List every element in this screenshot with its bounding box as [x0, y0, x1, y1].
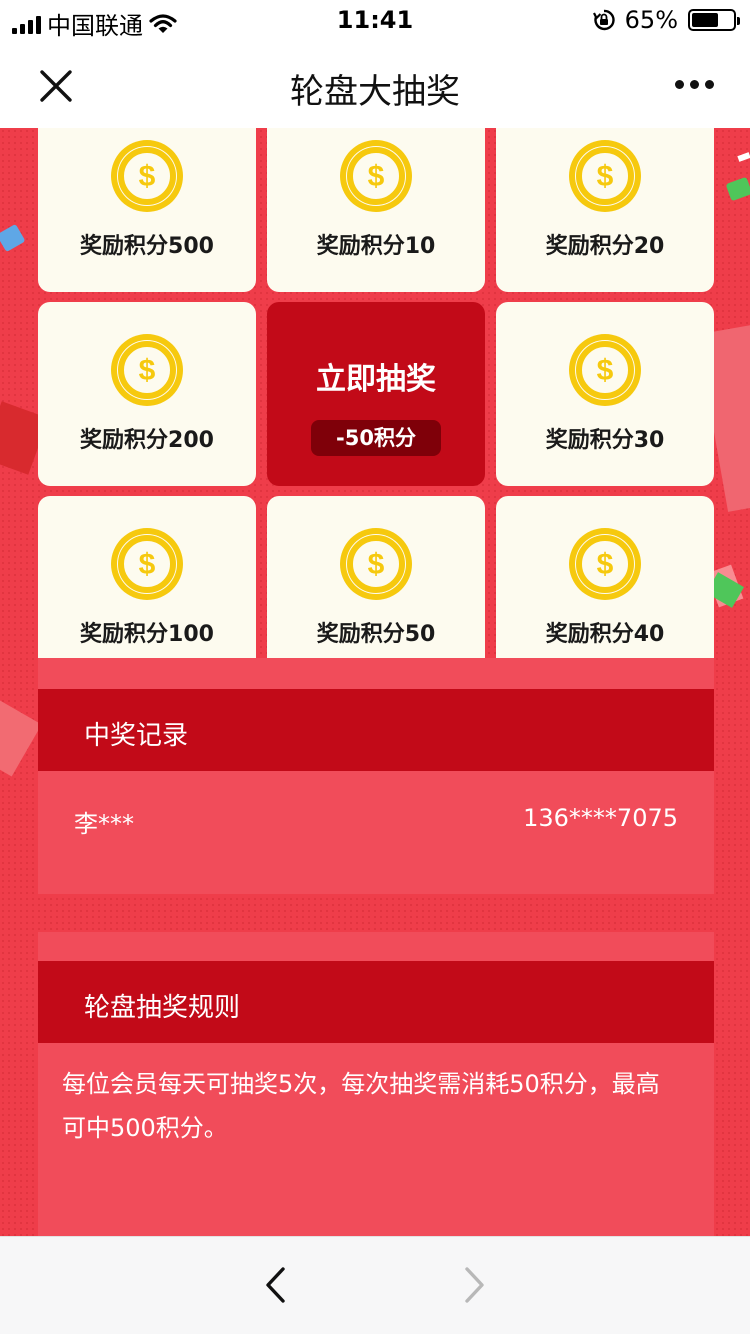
main-content: $ 奖励积分500 $ 奖励积分10 $ 奖励积分20 $ 奖励积分200 立即… — [0, 128, 750, 1236]
svg-text:$: $ — [597, 160, 614, 193]
prize-label: 奖励积分20 — [545, 234, 665, 259]
draw-button[interactable]: 立即抽奖 -50积分 — [267, 302, 485, 486]
prize-cell: $ 奖励积分500 — [38, 128, 256, 292]
nav-bar: 轮盘大抽奖 — [0, 40, 750, 128]
rules-title: 轮盘抽奖规则 — [84, 993, 241, 1023]
rules-panel: 轮盘抽奖规则 每位会员每天可抽奖5次，每次抽奖需消耗50积分，最高可中500积分… — [38, 932, 714, 1236]
svg-text:$: $ — [597, 548, 614, 581]
records-panel: 中奖记录 李*** 136****7075 — [38, 658, 714, 894]
prize-label: 奖励积分40 — [545, 622, 665, 647]
more-icon-dot — [704, 79, 714, 89]
confetti-decoration — [0, 699, 42, 777]
status-right: 65% — [592, 6, 740, 34]
coin-icon: $ — [569, 140, 641, 212]
draw-cost-badge: -50积分 — [311, 420, 441, 456]
coin-icon: $ — [111, 528, 183, 600]
coin-icon: $ — [111, 140, 183, 212]
coin-icon: $ — [111, 334, 183, 406]
coin-icon: $ — [340, 140, 412, 212]
svg-text:$: $ — [139, 548, 156, 581]
records-header: 中奖记录 — [38, 689, 714, 771]
bottom-toolbar — [0, 1236, 750, 1334]
more-icon — [674, 79, 684, 89]
record-phone: 136****7075 — [523, 804, 678, 832]
prize-cell: $ 奖励积分100 — [38, 496, 256, 680]
prize-label: 奖励积分10 — [316, 234, 436, 259]
svg-text:$: $ — [139, 354, 156, 387]
rotation-lock-icon — [592, 9, 615, 31]
rules-text: 每位会员每天可抽奖5次，每次抽奖需消耗50积分，最高可中500积分。 — [62, 1070, 660, 1142]
coin-icon: $ — [569, 528, 641, 600]
prize-cell: $ 奖励积分20 — [496, 128, 714, 292]
battery-level — [692, 13, 718, 27]
battery-percent: 65% — [624, 6, 678, 34]
more-icon-dot — [689, 79, 699, 89]
prize-label: 奖励积分500 — [80, 234, 214, 259]
prize-cell: $ 奖励积分200 — [38, 302, 256, 486]
chevron-right-icon — [465, 1267, 484, 1303]
page-title: 轮盘大抽奖 — [290, 72, 460, 112]
svg-text:$: $ — [139, 160, 156, 193]
confetti-decoration — [725, 176, 750, 202]
records-title: 中奖记录 — [84, 721, 189, 751]
draw-button-label: 立即抽奖 — [316, 362, 436, 397]
rules-header: 轮盘抽奖规则 — [38, 961, 714, 1043]
status-bar: 中国联通 11:41 65% — [0, 0, 750, 40]
more-button[interactable] — [668, 62, 720, 106]
prize-label: 奖励积分100 — [80, 622, 214, 647]
prize-cell: $ 奖励积分50 — [267, 496, 485, 680]
forward-button[interactable] — [450, 1261, 498, 1309]
chevron-left-icon — [266, 1267, 285, 1303]
coin-icon: $ — [569, 334, 641, 406]
back-button[interactable] — [252, 1261, 300, 1309]
svg-text:$: $ — [368, 548, 385, 581]
prize-label: 奖励积分200 — [80, 428, 214, 453]
coin-icon: $ — [340, 528, 412, 600]
lottery-grid: $ 奖励积分500 $ 奖励积分10 $ 奖励积分20 $ 奖励积分200 立即… — [38, 128, 714, 680]
prize-cell: $ 奖励积分40 — [496, 496, 714, 680]
confetti-decoration — [737, 152, 750, 162]
svg-text:$: $ — [368, 160, 385, 193]
prize-cell: $ 奖励积分30 — [496, 302, 714, 486]
battery-icon — [688, 9, 740, 31]
prize-label: 奖励积分50 — [316, 622, 436, 647]
svg-text:$: $ — [597, 354, 614, 387]
record-name: 李*** — [74, 810, 134, 838]
confetti-decoration — [0, 223, 26, 253]
prize-cell: $ 奖励积分10 — [267, 128, 485, 292]
prize-label: 奖励积分30 — [545, 428, 665, 453]
